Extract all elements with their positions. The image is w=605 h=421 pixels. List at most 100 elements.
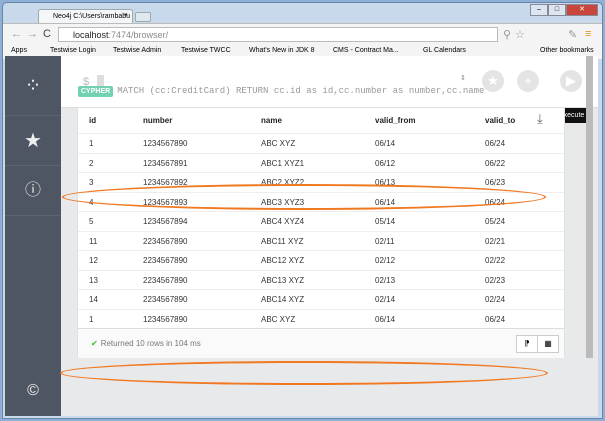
table-cell: 02/14 [375,295,396,304]
table-header: id number name valid_from valid_to ⤓ [78,108,564,133]
sidebar: ⁘ ★ ⓘ © [5,56,61,416]
table-cell: 05/14 [375,217,396,226]
table-cell: 1 [89,139,94,148]
table-row: 2 1234567891 ABC1 XYZ1 06/12 06/22 [78,152,564,172]
download-icon[interactable]: ⤓ [537,111,543,127]
table-row: 14 2234567890 ABC14 XYZ 02/14 02/24 [78,289,564,308]
col-number: number [143,116,173,125]
forward-icon[interactable]: → [27,28,38,40]
table-cell: ABC13 XYZ [261,275,305,285]
table-row: 12 2234567890 ABC12 XYZ 02/12 02/22 [78,250,564,269]
table-cell: 3 [89,178,94,187]
table-cell: 1234567891 [143,158,188,168]
clear-button[interactable]: + [517,70,539,92]
tab-bar: Neo4j C:\Users\rambabu × – □ ✕ [3,3,602,23]
expand-icon[interactable]: ⇕ [460,74,466,82]
table-cell: ABC1 XYZ1 [261,158,305,168]
table-cell: 06/22 [485,158,506,168]
table-cell: 11 [89,236,98,246]
extension-icon[interactable]: ✎ [568,28,577,41]
bookmark-item[interactable]: GL Calendars [423,47,466,54]
close-tab-icon[interactable]: × [124,12,128,19]
table-cell: ABC4 XYZ4 [261,217,305,226]
table-row: 11 2234567890 ABC11 XYZ 02/11 02/21 [78,230,564,250]
bookmark-item[interactable]: CMS - Contract Ma... [333,47,399,54]
table-cell: ABC XYZ [261,139,296,148]
menu-icon[interactable]: ≡ [585,28,591,40]
bookmark-star-icon[interactable]: ☆ [515,28,525,41]
table-cell: 06/24 [485,139,506,148]
table-view-button[interactable]: ▦ [537,335,559,353]
url-input[interactable]: localhost:7474/browser/ [58,27,498,42]
table-cell: ABC14 XYZ [261,295,305,304]
table-cell: 13 [89,275,98,285]
scrollbar[interactable] [586,56,593,358]
table-row: 13 2234567890 ABC13 XYZ 02/13 02/23 [78,269,564,289]
bookmark-item[interactable]: What's New in JDK 8 [249,47,315,54]
bookmark-other[interactable]: Other bookmarks [540,47,594,54]
url-host: localhost [73,30,109,40]
table-cell: ABC11 XYZ [261,236,304,246]
status-text: Returned 10 rows in 104 ms [100,339,201,348]
table-cell: 02/13 [375,275,396,285]
minimize-button[interactable]: – [530,4,548,16]
query-editor[interactable]: $ ⇕ ★ + ▶ [61,56,598,108]
table-cell: 14 [89,295,98,304]
table-row: 1 1234567890 ABC XYZ 06/14 06/24 [78,308,564,328]
table-cell: 02/11 [375,236,395,246]
favorites-star-icon[interactable]: ★ [5,116,61,166]
copyright-icon[interactable]: © [5,366,61,416]
maximize-button[interactable]: □ [548,4,566,16]
table-cell: 05/24 [485,217,506,226]
table-cell: 5 [89,217,94,226]
table-cell: 2234567890 [143,256,188,265]
result-table: id number name valid_from valid_to ⤓ 1 12… [77,107,565,358]
query-text[interactable]: MATCH (cc:CreditCard) RETURN cc.id as id… [117,86,484,96]
table-cell: 2234567890 [143,236,188,246]
zoom-icon[interactable]: ⚲ [503,28,511,41]
url-path: :7474/browser/ [108,30,169,40]
highlight-ellipse [60,361,548,385]
bookmark-apps[interactable]: Apps [11,47,27,54]
table-cell: 06/12 [375,158,396,168]
table-cell: 2 [89,158,94,168]
table-cell: 06/14 [375,314,396,324]
bookmark-item[interactable]: Testwise Login [50,47,96,54]
table-cell: 2234567890 [143,275,188,285]
neo4j-logo-icon[interactable]: ⁘ [5,56,61,116]
bookmark-item[interactable]: Testwise TWCC [181,47,231,54]
table-cell: 2234567890 [143,295,188,304]
col-valid-from: valid_from [375,116,416,125]
table-cell: ABC12 XYZ [261,256,305,265]
bookmark-item[interactable]: Testwise Admin [113,47,161,54]
execute-button[interactable]: ▶ [560,70,582,92]
table-cell: 02/21 [485,236,506,246]
col-valid-to: valid_to [485,116,516,125]
table-cell: ABC XYZ [261,314,296,324]
table-cell: 06/14 [375,139,396,148]
table-cell: 1234567890 [143,139,188,148]
favorite-button[interactable]: ★ [482,70,504,92]
table-cell: 1 [89,314,94,324]
check-icon: ✔ [91,339,98,348]
close-window-button[interactable]: ✕ [566,4,598,16]
result-footer: ✔ Returned 10 rows in 104 ms ⁋ ▦ [78,328,564,358]
new-tab-button[interactable] [135,12,151,22]
tab-title: Neo4j C:\Users\rambabu [53,13,131,20]
table-cell: 02/23 [485,275,506,285]
table-cell: 06/23 [485,178,506,187]
table-cell: 02/22 [485,256,506,265]
browser-tab[interactable]: Neo4j C:\Users\rambabu × [38,9,133,23]
col-name: name [261,116,282,125]
table-cell: 02/24 [485,295,506,304]
address-bar-row: ← → C localhost:7474/browser/ ⚲ ☆ ✎ ≡ [3,23,602,45]
query-line: CYPHER MATCH (cc:CreditCard) RETURN cc.id… [78,86,484,97]
info-icon[interactable]: ⓘ [5,166,61,216]
table-cell: 1234567894 [143,217,188,226]
reload-icon[interactable]: C [43,28,51,40]
col-id: id [89,116,97,125]
back-icon[interactable]: ← [11,28,22,40]
table-cell: 12 [89,256,98,265]
cypher-badge: CYPHER [78,86,114,97]
text-view-button[interactable]: ⁋ [516,335,538,353]
